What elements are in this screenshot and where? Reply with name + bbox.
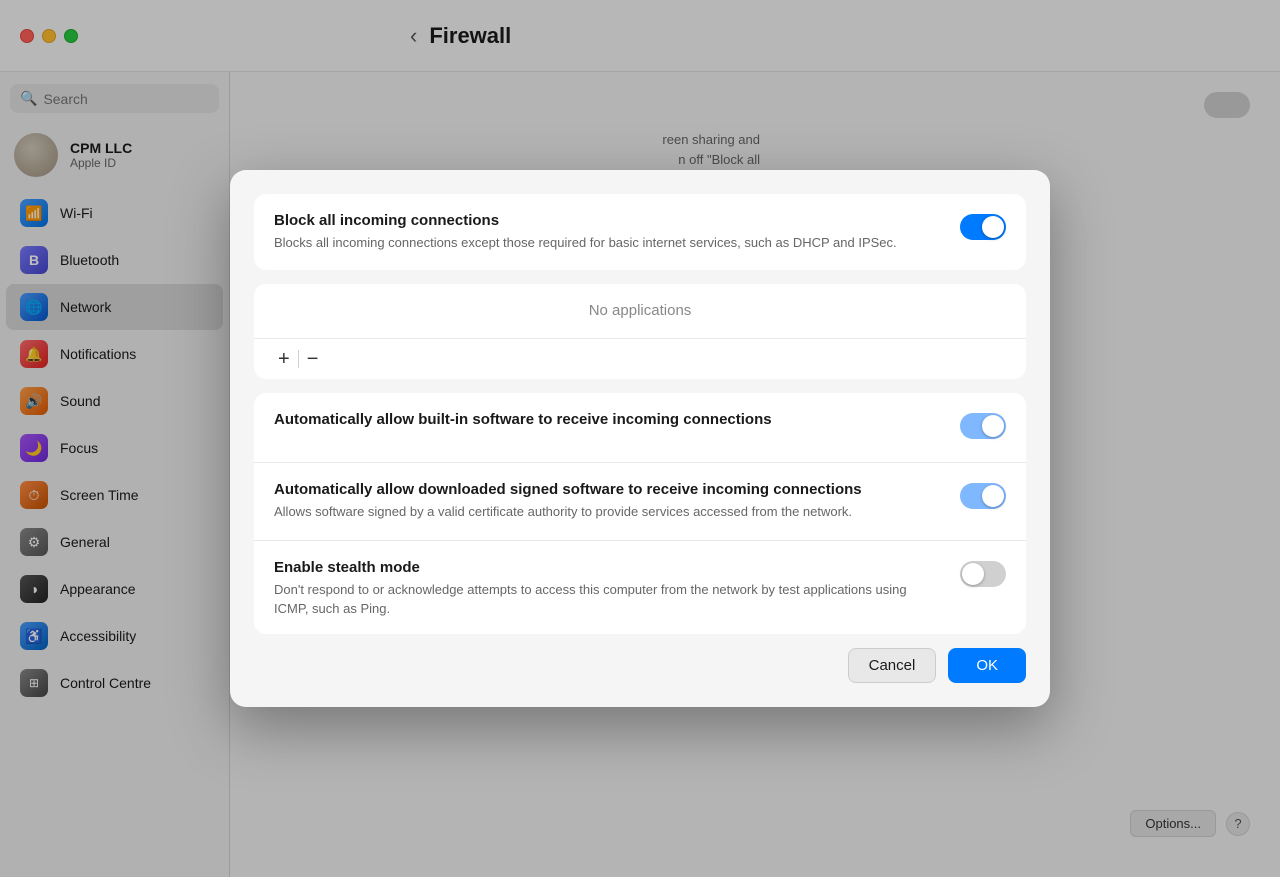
block-all-section: Block all incoming connections Blocks al… bbox=[254, 194, 1026, 271]
auto-builtin-title: Automatically allow built-in software to… bbox=[274, 411, 944, 428]
add-application-button[interactable]: + bbox=[270, 347, 298, 371]
auto-signed-toggle[interactable] bbox=[960, 483, 1006, 509]
block-all-control bbox=[960, 214, 1006, 245]
auto-signed-title: Automatically allow downloaded signed so… bbox=[274, 481, 944, 498]
no-apps-controls: + − bbox=[254, 339, 1026, 379]
firewall-modal: Block all incoming connections Blocks al… bbox=[230, 170, 1050, 707]
auto-settings-section: Automatically allow built-in software to… bbox=[254, 393, 1026, 634]
block-all-toggle[interactable] bbox=[960, 214, 1006, 240]
auto-builtin-row: Automatically allow built-in software to… bbox=[254, 393, 1026, 463]
modal-footer: Cancel OK bbox=[254, 648, 1026, 683]
no-apps-section: No applications + − bbox=[254, 284, 1026, 379]
modal-overlay: Block all incoming connections Blocks al… bbox=[0, 0, 1280, 877]
main-window: ‹ Firewall 🔍 CPM LLC Apple ID 📶 Wi-Fi bbox=[0, 0, 1280, 877]
block-all-row: Block all incoming connections Blocks al… bbox=[254, 194, 1026, 271]
remove-application-button[interactable]: − bbox=[299, 347, 327, 371]
auto-signed-row: Automatically allow downloaded signed so… bbox=[254, 463, 1026, 541]
stealth-mode-text: Enable stealth mode Don't respond to or … bbox=[274, 559, 944, 616]
block-all-text: Block all incoming connections Blocks al… bbox=[274, 212, 944, 253]
stealth-mode-toggle[interactable] bbox=[960, 561, 1006, 587]
auto-builtin-control bbox=[960, 413, 1006, 444]
stealth-mode-title: Enable stealth mode bbox=[274, 559, 944, 576]
block-all-description: Blocks all incoming connections except t… bbox=[274, 233, 944, 253]
stealth-mode-control bbox=[960, 561, 1006, 592]
block-all-title: Block all incoming connections bbox=[274, 212, 944, 229]
no-apps-display: No applications bbox=[254, 284, 1026, 339]
auto-builtin-toggle[interactable] bbox=[960, 413, 1006, 439]
ok-button[interactable]: OK bbox=[948, 648, 1026, 683]
auto-signed-text: Automatically allow downloaded signed so… bbox=[274, 481, 944, 522]
auto-signed-control bbox=[960, 483, 1006, 514]
stealth-mode-row: Enable stealth mode Don't respond to or … bbox=[254, 541, 1026, 634]
auto-builtin-text: Automatically allow built-in software to… bbox=[274, 411, 944, 432]
stealth-mode-description: Don't respond to or acknowledge attempts… bbox=[274, 580, 944, 616]
cancel-button[interactable]: Cancel bbox=[848, 648, 937, 683]
auto-signed-description: Allows software signed by a valid certif… bbox=[274, 502, 944, 522]
no-apps-text: No applications bbox=[589, 302, 692, 319]
